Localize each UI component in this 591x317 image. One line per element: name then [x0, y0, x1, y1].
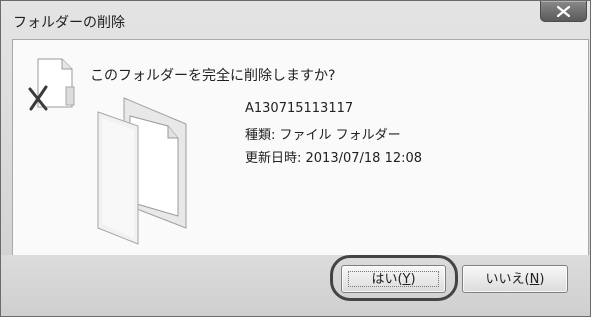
confirm-question: このフォルダーを完全に削除しますか? [90, 68, 336, 84]
yes-button[interactable]: はい(Y) [341, 265, 446, 293]
item-name: A130715113117 [245, 101, 354, 116]
item-type: 種類: ファイル フォルダー [245, 128, 401, 143]
no-button[interactable]: いいえ(N) [462, 265, 568, 293]
delete-folder-dialog: フォルダーの削除 このフォルダーを完全に削除しますか? A13071511311… [0, 0, 591, 317]
document-cross-icon [28, 58, 75, 111]
close-icon [557, 6, 570, 17]
close-button[interactable] [540, 1, 587, 22]
dialog-title: フォルダーの削除 [13, 15, 125, 31]
item-modified: 更新日時: 2013/07/18 12:08 [245, 151, 423, 166]
open-folder-icon [97, 97, 187, 245]
title-bar[interactable]: フォルダーの削除 [1, 1, 590, 39]
button-bar: はい(Y) いいえ(N) [1, 255, 590, 316]
dialog-content: このフォルダーを完全に削除しますか? A130715113117 種類: ファイ… [12, 39, 589, 256]
no-button-label: いいえ(N) [485, 272, 545, 287]
yes-button-label: はい(Y) [371, 272, 416, 287]
